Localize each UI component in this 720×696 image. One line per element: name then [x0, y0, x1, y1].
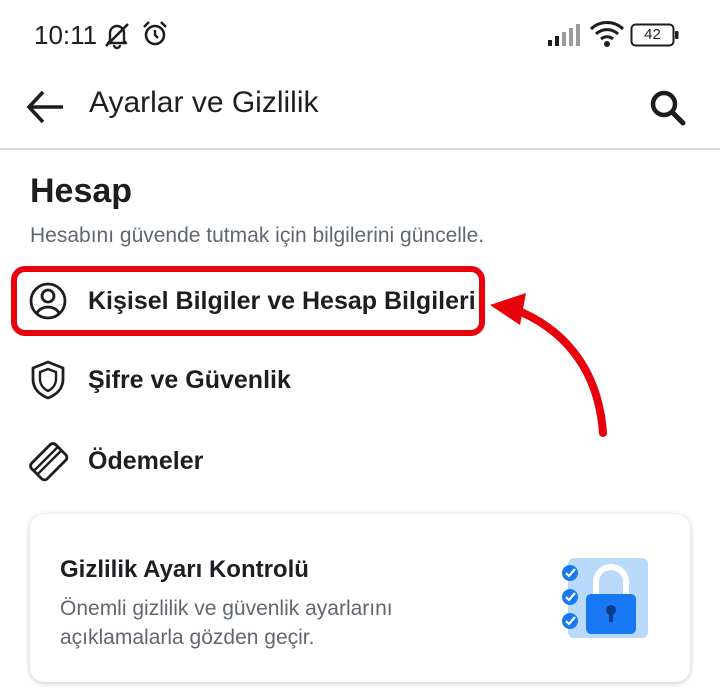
shield-icon	[22, 354, 74, 406]
signal-strength-icon	[548, 24, 582, 51]
privacy-checkup-card[interactable]: Gizlilik Ayarı Kontrolü Önemli gizlilik …	[30, 514, 690, 682]
wifi-icon	[589, 20, 625, 53]
page-title: Ayarlar ve Gizlilik	[89, 86, 319, 119]
header-divider	[0, 148, 720, 150]
credit-card-icon	[22, 435, 74, 487]
status-bar: 10:11 42	[0, 0, 720, 70]
menu-item-label: Ödemeler	[88, 446, 204, 475]
arrow-annotation-icon	[490, 293, 607, 437]
section-subtitle: Hesabını güvende tutmak için bilgilerini…	[30, 224, 485, 247]
search-button[interactable]	[640, 80, 696, 136]
back-button[interactable]	[20, 82, 70, 132]
card-description: Önemli gizlilik ve güvenlik ayarlarını a…	[60, 597, 393, 649]
highlight-annotation	[11, 266, 485, 336]
privacy-checklist-lock-icon	[562, 558, 648, 638]
section-title: Hesap	[30, 172, 133, 210]
menu-item-label: Şifre ve Güvenlik	[88, 365, 291, 394]
status-time: 10:11	[34, 20, 98, 50]
alarm-clock-icon	[140, 19, 170, 54]
battery-level: 42	[644, 26, 661, 43]
battery-icon: 42	[630, 22, 680, 48]
card-title: Gizlilik Ayarı Kontrolü	[60, 556, 309, 583]
search-icon	[650, 90, 686, 126]
app-bar: Ayarlar ve Gizlilik	[0, 70, 720, 148]
back-arrow-icon	[26, 90, 63, 124]
mute-notifications-icon	[102, 20, 132, 55]
